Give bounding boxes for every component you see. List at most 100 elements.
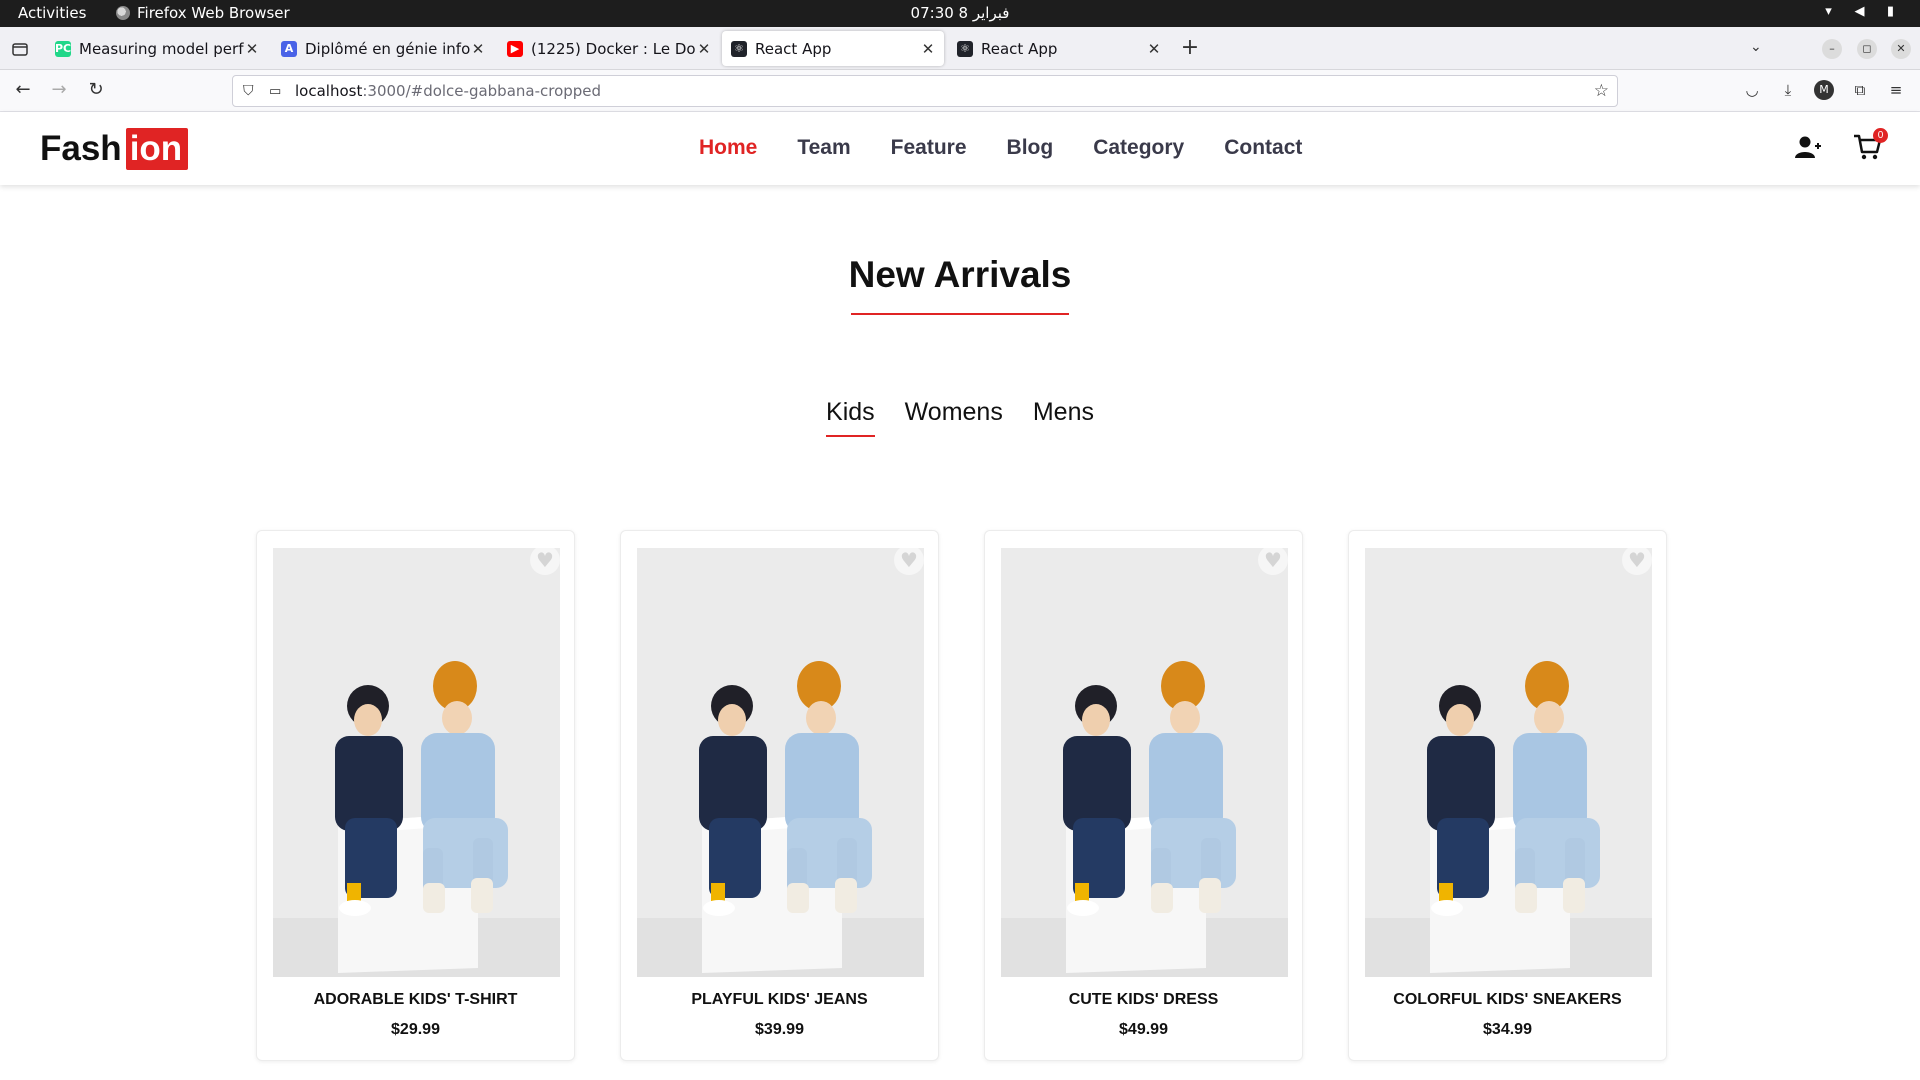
tab-close-icon[interactable]: ✕ — [470, 40, 486, 58]
tab-favicon-icon: A — [281, 40, 297, 57]
app-name: Firefox Web Browser — [137, 4, 290, 22]
title-underline — [851, 313, 1069, 315]
tab-close-icon[interactable]: ✕ — [920, 40, 936, 58]
clock[interactable]: 07:30 8 فبراير — [911, 4, 1010, 22]
firefox-icon — [116, 6, 130, 20]
nav-item-category[interactable]: Category — [1093, 136, 1184, 160]
tab-label: Diplômé en génie informa — [305, 39, 470, 58]
browser-tab[interactable]: ⚛ React App ✕ — [722, 31, 944, 66]
app-menu[interactable]: Firefox Web Browser — [116, 4, 290, 22]
tracking-protection-icon[interactable]: ⛉ — [243, 83, 259, 99]
extensions-icon[interactable]: ⧉ — [1850, 80, 1870, 100]
product-card[interactable]: ♥ CUTE KIDS' DRESS $49.99 — [984, 530, 1303, 1061]
url-path: :3000/#dolce-gabbana-cropped — [362, 82, 602, 100]
system-tray[interactable]: ▾ ◀ ▮ — [1821, 4, 1898, 19]
battery-icon: ▮ — [1886, 4, 1895, 19]
page-info-icon[interactable]: ▭ — [269, 84, 285, 99]
logo-text-part1: Fash — [40, 129, 122, 168]
main-nav: Home Team Feature Blog Category Contact — [699, 136, 1302, 160]
category-tab-womens[interactable]: Womens — [905, 398, 1003, 437]
url-host: localhost — [295, 82, 363, 100]
product-card[interactable]: ♥ COLORFUL KIDS' SNEAKERS $34.99 — [1348, 530, 1667, 1061]
wishlist-heart-icon[interactable]: ♥ — [530, 545, 560, 575]
product-name: PLAYFUL KIDS' JEANS — [691, 991, 868, 1008]
product-name: CUTE KIDS' DRESS — [1068, 991, 1219, 1008]
product-photo-illustration — [1001, 548, 1288, 977]
browser-tab[interactable]: PC Measuring model perform✕ — [46, 31, 268, 66]
product-photo-illustration — [637, 548, 924, 977]
product-photo-illustration — [1365, 548, 1652, 977]
product-name: ADORABLE KIDS' T-SHIRT — [313, 991, 518, 1008]
section-title: New Arrivals — [848, 254, 1072, 295]
tab-label: React App — [755, 39, 832, 58]
tab-label: React App — [981, 39, 1058, 58]
product-image[interactable] — [1365, 548, 1652, 977]
tab-close-icon[interactable]: ✕ — [244, 40, 260, 58]
category-tab-kids[interactable]: Kids — [826, 398, 875, 437]
forward-button[interactable]: → — [48, 79, 70, 101]
account-icon[interactable]: M — [1814, 80, 1834, 100]
product-card[interactable]: ♥ PLAYFUL KIDS' JEANS $39.99 — [620, 530, 939, 1061]
site-header: Fash ion Home Team Feature Blog Category Cont… — [0, 112, 1920, 185]
nav-item-home[interactable]: Home — [699, 136, 757, 160]
product-price: $34.99 — [1483, 1021, 1532, 1038]
tab-favicon-icon: ⚛ — [957, 40, 973, 57]
navigation-toolbar: ← → ↻ ⛉ ▭ localhost :3000/#dolce-gabbana… — [0, 70, 1920, 112]
os-top-bar: Activities Firefox Web Browser 07:30 8 ف… — [0, 0, 1920, 27]
wishlist-heart-icon[interactable]: ♥ — [894, 545, 924, 575]
pocket-icon[interactable]: ◡ — [1742, 80, 1762, 100]
address-bar[interactable]: ⛉ ▭ localhost :3000/#dolce-gabbana-cropp… — [232, 75, 1618, 107]
nav-item-team[interactable]: Team — [797, 136, 850, 160]
wishlist-heart-icon[interactable]: ♥ — [1258, 545, 1288, 575]
tab-label: (1225) Docker : Le Docke — [531, 39, 696, 58]
tab-strip: PCMeasuring model perform✕ADiplômé en gé… — [0, 27, 1920, 70]
cart-button[interactable]: 0 — [1852, 128, 1888, 162]
product-card[interactable]: ♥ ADORABLE KIDS' T-SHIRT $29.99 — [256, 530, 575, 1061]
nav-item-blog[interactable]: Blog — [1007, 136, 1054, 160]
site-logo[interactable]: Fash ion — [40, 128, 189, 170]
browser-tab[interactable]: ▶ (1225) Docker : Le Docke✕ — [498, 31, 720, 66]
nav-item-feature[interactable]: Feature — [891, 136, 967, 160]
header-actions: 0 — [1794, 128, 1888, 162]
product-image[interactable] — [1001, 548, 1288, 977]
minimize-button[interactable]: – — [1822, 39, 1842, 59]
product-price: $49.99 — [1119, 1021, 1168, 1038]
wifi-icon: ▾ — [1825, 4, 1832, 19]
product-image[interactable] — [637, 548, 924, 977]
list-all-tabs-button[interactable]: ⌄ — [1750, 39, 1762, 55]
category-tab-mens[interactable]: Mens — [1033, 398, 1094, 437]
browser-tab[interactable]: A Diplômé en génie informa✕ — [272, 31, 494, 66]
user-plus-icon — [1795, 136, 1821, 158]
product-image[interactable] — [273, 548, 560, 977]
product-photo-illustration — [273, 548, 560, 977]
tab-favicon-icon: PC — [54, 40, 72, 57]
tab-favicon-icon: ⚛ — [731, 40, 747, 57]
app-menu-icon[interactable]: ≡ — [1886, 80, 1906, 100]
tab-overview-icon — [12, 43, 28, 56]
wishlist-heart-icon[interactable]: ♥ — [1622, 545, 1652, 575]
tab-label: Measuring model perform — [79, 39, 244, 58]
logo-text-part2: ion — [125, 128, 189, 170]
restore-button[interactable]: ◻ — [1857, 39, 1877, 59]
downloads-icon[interactable]: ⤓ — [1778, 80, 1798, 100]
new-tab-button[interactable]: + — [1180, 37, 1200, 59]
product-price: $29.99 — [391, 1021, 440, 1038]
cart-count-badge: 0 — [1873, 128, 1888, 143]
tab-close-icon[interactable]: ✕ — [696, 40, 712, 58]
back-button[interactable]: ← — [12, 79, 34, 101]
product-name: COLORFUL KIDS' SNEAKERS — [1393, 991, 1622, 1008]
reload-button[interactable]: ↻ — [85, 79, 107, 101]
browser-tab[interactable]: ⚛ React App ✕ — [948, 31, 1170, 66]
tab-favicon-icon: ▶ — [507, 40, 523, 57]
product-price: $39.99 — [755, 1021, 804, 1038]
bookmark-star-icon[interactable]: ☆ — [1594, 81, 1609, 101]
tab-overview-button[interactable] — [10, 39, 30, 59]
product-grid: ♥ ADORABLE KIDS' T-SHIRT $29.99 ♥ PLAYFUL K… — [256, 530, 1667, 1061]
category-tabs: Kids Womens Mens — [0, 398, 1920, 437]
volume-icon: ◀ — [1854, 4, 1865, 19]
close-window-button[interactable]: ✕ — [1891, 39, 1911, 59]
activities-button[interactable]: Activities — [18, 4, 86, 22]
add-user-button[interactable] — [1794, 133, 1822, 161]
nav-item-contact[interactable]: Contact — [1224, 136, 1302, 160]
tab-close-icon[interactable]: ✕ — [1146, 40, 1162, 58]
